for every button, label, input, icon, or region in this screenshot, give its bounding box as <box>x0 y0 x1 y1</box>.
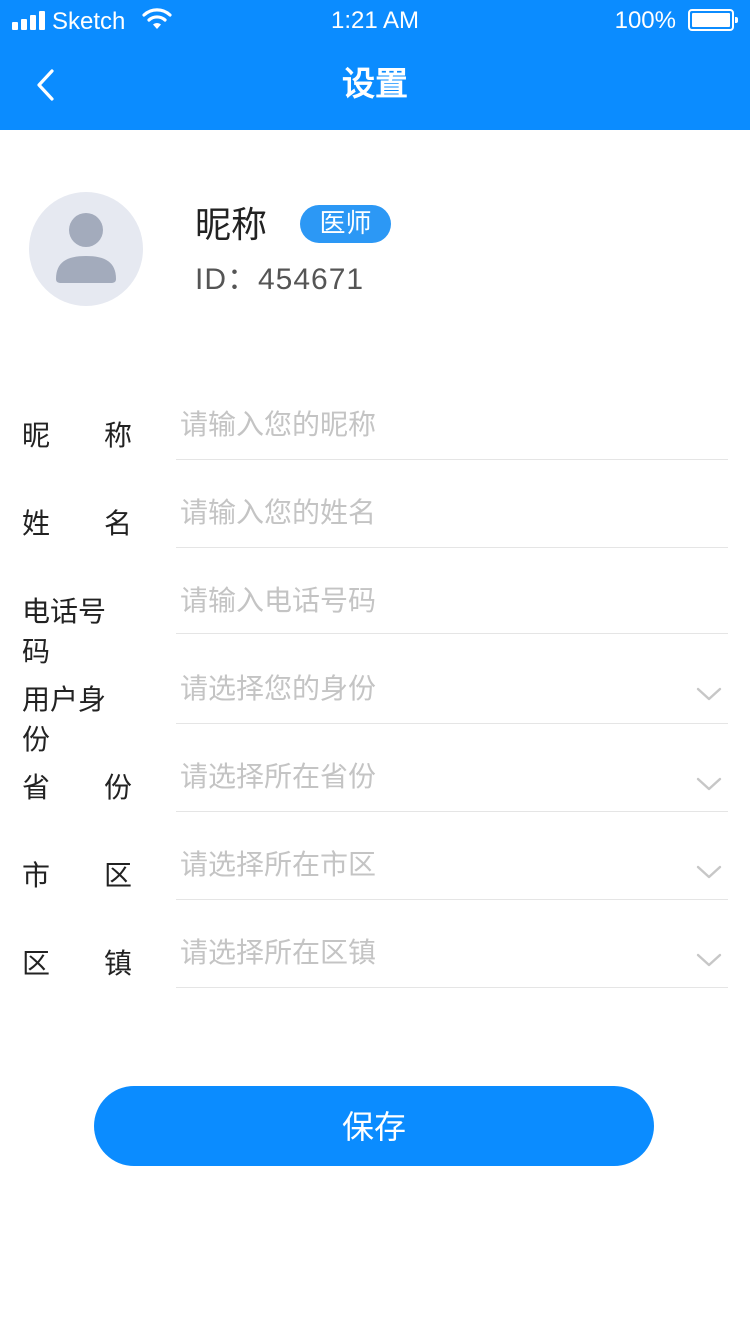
form-row-phone: 电话号码 <box>0 562 750 668</box>
name-input[interactable] <box>176 496 680 529</box>
form-row-identity: 用户身份 <box>0 650 750 756</box>
form-row-town: 区 镇 <box>0 914 750 1002</box>
role-badge: 医师 <box>300 205 391 243</box>
back-button[interactable] <box>20 60 72 110</box>
name-label: 姓 名 <box>22 507 132 540</box>
city-label: 市 区 <box>22 859 132 892</box>
province-label: 省 份 <box>22 771 132 804</box>
form-row-province: 省 份 <box>0 738 750 826</box>
chevron-down-icon <box>696 777 722 791</box>
town-label: 区 镇 <box>22 947 132 980</box>
phone-input[interactable] <box>176 584 680 617</box>
form-row-city: 市 区 <box>0 826 750 914</box>
save-button[interactable]: 保存 <box>94 1086 654 1166</box>
chevron-down-icon <box>696 865 722 879</box>
settings-screen: Sketch 1:21 AM 100% 设置 昵称 医师 ID：454671 昵… <box>0 0 750 1334</box>
province-select-input[interactable] <box>176 760 680 793</box>
town-select[interactable] <box>176 936 728 988</box>
form-row-name: 姓 名 <box>0 474 750 562</box>
city-select-input[interactable] <box>176 848 680 881</box>
navigation-bar: 设置 <box>0 40 750 130</box>
town-select-input[interactable] <box>176 936 680 969</box>
profile-header: 昵称 医师 ID：454671 <box>0 130 750 380</box>
profile-id: ID：454671 <box>195 263 365 296</box>
battery-icon <box>688 9 738 31</box>
status-bar: Sketch 1:21 AM 100% <box>0 0 750 40</box>
chevron-down-icon <box>696 953 722 967</box>
nickname-input[interactable] <box>176 408 680 441</box>
identity-select[interactable] <box>176 672 728 724</box>
identity-select-input[interactable] <box>176 672 680 705</box>
nickname-field-wrapper <box>176 408 728 460</box>
phone-field-wrapper <box>176 584 728 634</box>
form-row-nickname: 昵 称 <box>0 386 750 474</box>
chevron-down-icon <box>696 687 722 701</box>
top-bar: Sketch 1:21 AM 100% 设置 <box>0 0 750 130</box>
name-field-wrapper <box>176 496 728 548</box>
battery-percent: 100% <box>614 7 676 34</box>
nickname-label: 昵 称 <box>22 419 132 452</box>
city-select[interactable] <box>176 848 728 900</box>
profile-nickname: 昵称 <box>195 205 268 246</box>
page-title: 设置 <box>342 64 408 103</box>
chevron-left-icon <box>37 69 54 101</box>
user-avatar-icon <box>56 213 116 283</box>
province-select[interactable] <box>176 760 728 812</box>
avatar[interactable] <box>29 192 143 306</box>
